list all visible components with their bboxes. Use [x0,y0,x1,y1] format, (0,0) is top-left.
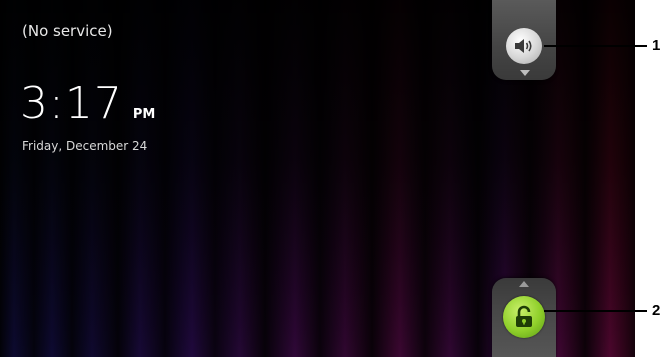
callout-2-number: 2 [652,302,661,319]
chevron-up-icon [519,281,529,287]
speaker-volume-icon [515,39,532,53]
chevron-down-icon [520,70,530,76]
unlock-button[interactable] [503,296,545,338]
callout-1-number: 1 [652,37,661,54]
callout-1-line [544,45,647,47]
clock: 3:17 PM [20,82,155,126]
carrier-status: (No service) [22,22,113,40]
clock-time: 3:17 [20,78,123,129]
callout-2-line [544,310,647,312]
sound-toggle-tab[interactable] [492,0,556,80]
unlock-tab[interactable] [492,278,556,357]
clock-ampm: PM [132,107,156,122]
unlock-padlock-icon [516,305,532,327]
sound-toggle-button[interactable] [506,28,542,64]
date-label: Friday, December 24 [22,139,148,153]
